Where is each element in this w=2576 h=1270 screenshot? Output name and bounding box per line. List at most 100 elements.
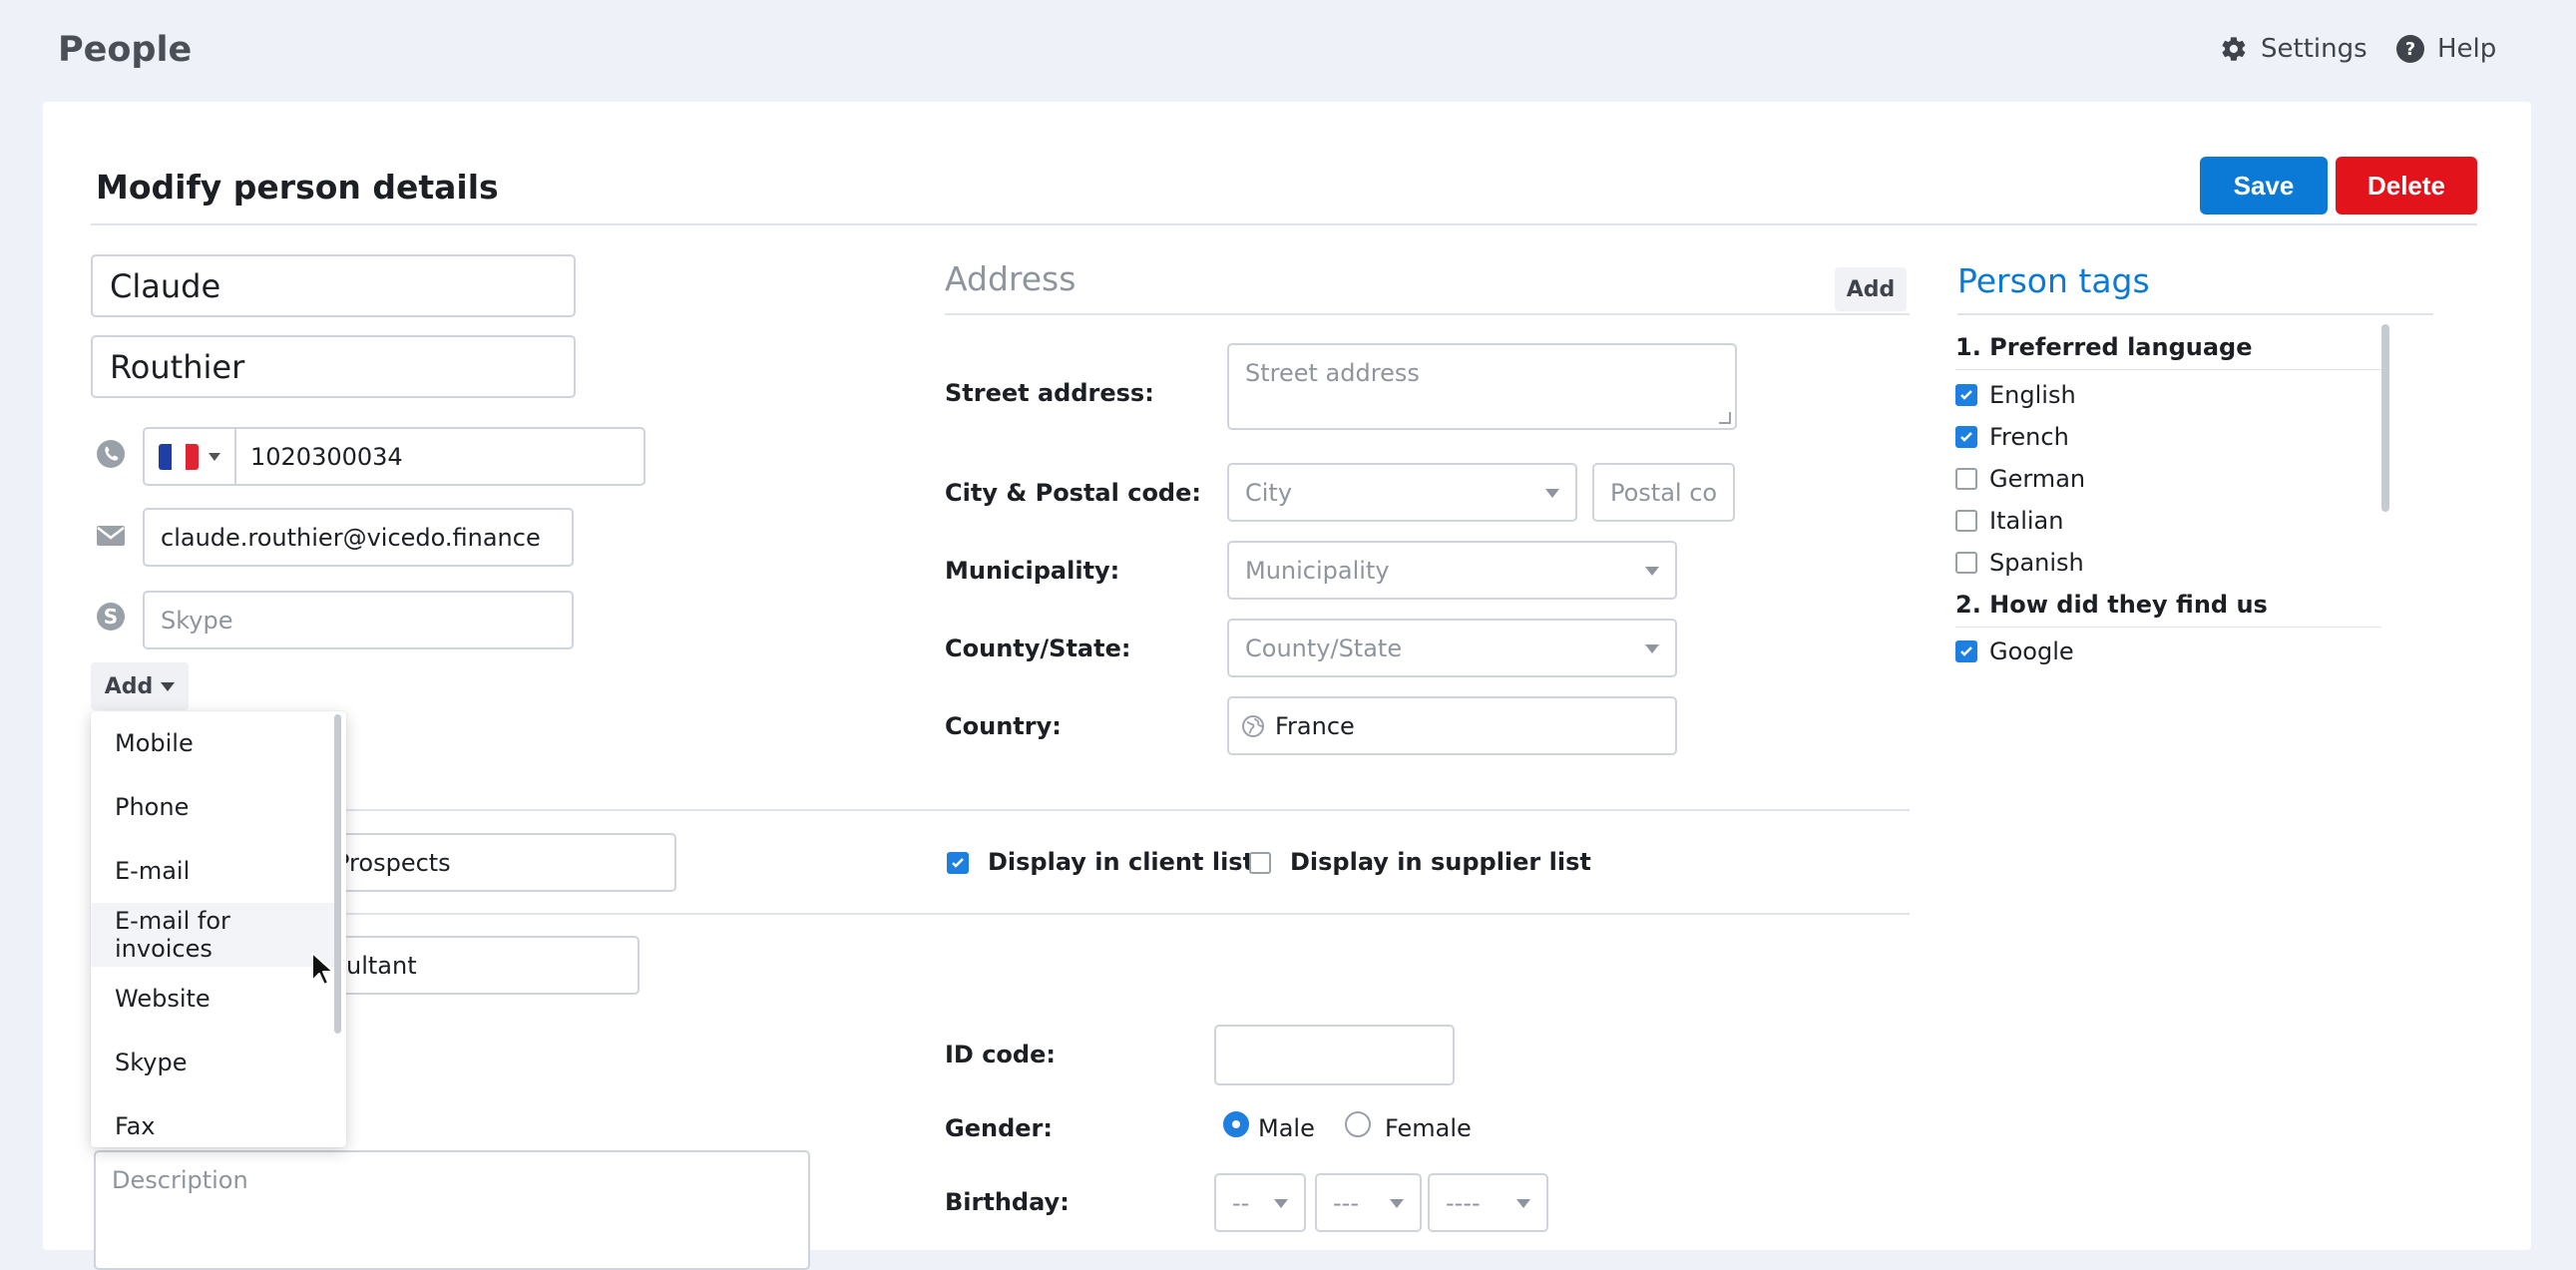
- client-list-checkbox[interactable]: [947, 852, 969, 874]
- skype-input[interactable]: Skype: [143, 591, 574, 649]
- tag-group-divider: [1955, 369, 2381, 370]
- menu-item-email[interactable]: E-mail: [91, 839, 335, 903]
- resize-handle-icon[interactable]: [1719, 412, 1731, 424]
- id-code-input[interactable]: [1214, 1025, 1455, 1085]
- birthday-year-select[interactable]: ----: [1428, 1173, 1548, 1232]
- street-label: Street address:: [945, 379, 1154, 407]
- globe-icon: [1241, 714, 1265, 738]
- description-placeholder: Description: [112, 1166, 248, 1194]
- chevron-down-icon: [209, 452, 220, 461]
- country-label: Country:: [945, 712, 1062, 740]
- birthday-month-select[interactable]: ---: [1315, 1173, 1422, 1232]
- delete-button[interactable]: Delete: [2336, 157, 2477, 214]
- settings-label: Settings: [2261, 34, 2367, 64]
- supplier-list-checkbox[interactable]: [1249, 852, 1271, 874]
- street-address-input[interactable]: Street address: [1227, 343, 1737, 430]
- male-label[interactable]: Male: [1258, 1114, 1315, 1142]
- id-code-label: ID code:: [945, 1041, 1056, 1068]
- tag-english-label[interactable]: English: [1989, 381, 2076, 409]
- phone-icon: [96, 439, 126, 469]
- help-label: Help: [2437, 34, 2497, 64]
- skype-icon: S: [96, 602, 126, 632]
- menu-item-phone[interactable]: Phone: [91, 775, 335, 839]
- postal-code-input[interactable]: Postal co: [1592, 463, 1735, 522]
- save-button[interactable]: Save: [2200, 157, 2328, 214]
- county-label: County/State:: [945, 635, 1131, 662]
- tags-scrollbar[interactable]: [2381, 324, 2389, 512]
- tag-group-divider: [1955, 627, 2381, 628]
- page-title: Modify person details: [96, 168, 499, 207]
- postal-placeholder: Postal co: [1610, 478, 1718, 507]
- gender-label: Gender:: [945, 1114, 1053, 1142]
- france-flag-icon: [159, 443, 199, 470]
- email-input[interactable]: claude.routhier@vicedo.finance: [143, 508, 574, 567]
- first-name-input[interactable]: Claude: [91, 254, 576, 317]
- chevron-down-icon: [1390, 1198, 1404, 1208]
- help-icon: ?: [2395, 34, 2425, 64]
- menu-item-fax[interactable]: Fax: [91, 1094, 335, 1147]
- menu-scrollbar[interactable]: [334, 714, 341, 1034]
- chevron-down-icon: [1516, 1198, 1530, 1208]
- menu-item-email-invoices[interactable]: E-mail for invoices: [91, 903, 335, 967]
- birthday-label: Birthday:: [945, 1188, 1070, 1216]
- tag-spanish-checkbox[interactable]: [1955, 552, 1977, 574]
- mouse-cursor-icon: [310, 951, 334, 991]
- description-textarea[interactable]: Description: [94, 1150, 810, 1270]
- tag-spanish-label[interactable]: Spanish: [1989, 549, 2084, 577]
- gear-icon: [2219, 34, 2249, 64]
- address-divider: [945, 313, 1910, 315]
- birthday-day-select[interactable]: --: [1214, 1173, 1306, 1232]
- tag-group-title: 1. Preferred language: [1955, 333, 2253, 361]
- tag-google-checkbox[interactable]: [1955, 640, 1977, 662]
- phone-input-group: 1020300034: [143, 427, 645, 486]
- tag-english-checkbox[interactable]: [1955, 384, 1977, 406]
- address-title: Address: [945, 259, 1076, 298]
- municipality-label: Municipality:: [945, 557, 1120, 585]
- country-select[interactable]: France: [1227, 696, 1677, 755]
- month-placeholder: ---: [1333, 1188, 1359, 1217]
- day-placeholder: --: [1232, 1188, 1250, 1217]
- female-label[interactable]: Female: [1385, 1114, 1472, 1142]
- phone-number-input[interactable]: 1020300034: [236, 443, 403, 471]
- svg-text:S: S: [104, 605, 118, 629]
- year-placeholder: ----: [1446, 1188, 1481, 1217]
- client-list-label[interactable]: Display in client list: [988, 848, 1254, 876]
- chevron-down-icon: [1645, 566, 1659, 576]
- add-contact-button[interactable]: Add: [91, 662, 189, 710]
- top-bar: People Settings ? Help: [0, 0, 2576, 102]
- email-icon: [96, 521, 126, 551]
- svg-text:?: ?: [2405, 39, 2415, 60]
- tag-german-checkbox[interactable]: [1955, 468, 1977, 490]
- settings-link[interactable]: Settings: [2219, 34, 2367, 64]
- male-radio[interactable]: [1223, 1111, 1249, 1137]
- tag-german-label[interactable]: German: [1989, 465, 2085, 493]
- municipality-placeholder: Municipality: [1245, 556, 1390, 585]
- county-select[interactable]: County/State: [1227, 619, 1677, 677]
- add-contact-menu: Mobile Phone E-mail E-mail for invoices …: [91, 711, 346, 1147]
- tag-google-label[interactable]: Google: [1989, 637, 2074, 665]
- caret-down-icon: [161, 681, 176, 691]
- last-name-input[interactable]: Routhier: [91, 335, 576, 398]
- country-code-select[interactable]: [145, 429, 236, 484]
- supplier-list-label[interactable]: Display in supplier list: [1290, 848, 1591, 876]
- address-add-label: Add: [1846, 276, 1896, 302]
- tag-italian-checkbox[interactable]: [1955, 510, 1977, 532]
- address-add-button[interactable]: Add: [1835, 267, 1907, 311]
- help-link[interactable]: ? Help: [2395, 34, 2496, 64]
- app-title: People: [58, 30, 193, 70]
- chevron-down-icon: [1545, 488, 1559, 498]
- city-select[interactable]: City: [1227, 463, 1577, 522]
- add-contact-label: Add: [104, 673, 154, 699]
- tag-italian-label[interactable]: Italian: [1989, 507, 2063, 535]
- chevron-down-icon: [1274, 1198, 1288, 1208]
- tag-french-checkbox[interactable]: [1955, 426, 1977, 448]
- tag-french-label[interactable]: French: [1989, 423, 2069, 451]
- chevron-down-icon: [1645, 643, 1659, 653]
- municipality-select[interactable]: Municipality: [1227, 541, 1677, 600]
- person-tags-title: Person tags: [1957, 261, 2150, 300]
- menu-item-skype[interactable]: Skype: [91, 1031, 335, 1094]
- menu-item-website[interactable]: Website: [91, 967, 335, 1031]
- menu-item-mobile[interactable]: Mobile: [91, 711, 335, 775]
- country-value: France: [1275, 711, 1355, 740]
- female-radio[interactable]: [1345, 1111, 1371, 1137]
